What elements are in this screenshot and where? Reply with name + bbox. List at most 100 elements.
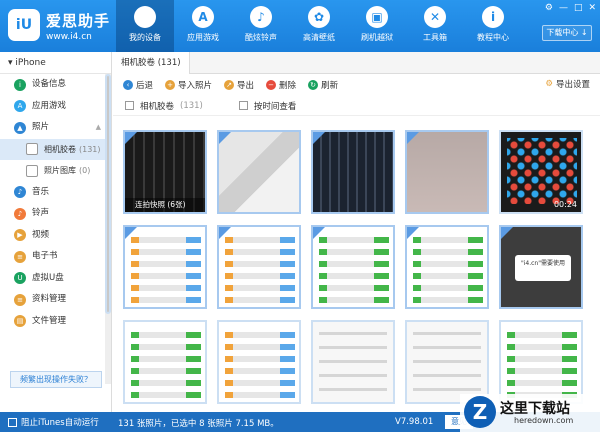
screenshot-row bbox=[131, 297, 201, 303]
nav-bell[interactable]: ♪ 酷炫铃声 bbox=[232, 0, 290, 52]
screenshot-row bbox=[413, 285, 483, 291]
minimize-icon[interactable]: — bbox=[559, 3, 568, 13]
nav-apple[interactable]: 我的设备 bbox=[116, 0, 174, 52]
refresh-button[interactable]: ↻ 刷新 bbox=[308, 79, 338, 91]
delete-button[interactable]: − 删除 bbox=[266, 79, 296, 91]
category-icon: ≡ bbox=[14, 293, 26, 306]
nav-info[interactable]: i 教程中心 bbox=[464, 0, 522, 52]
screenshot-row bbox=[131, 237, 201, 243]
sidebar-item[interactable]: ▤ 文件管理 bbox=[0, 311, 111, 333]
sidebar-item[interactable]: ▶ 视频 bbox=[0, 225, 111, 247]
import-button[interactable]: + 导入照片 bbox=[165, 79, 212, 91]
screenshot-row bbox=[319, 285, 389, 291]
screenshot-row bbox=[131, 285, 201, 291]
download-center-button[interactable]: 下载中心 ↓ bbox=[542, 25, 592, 41]
screenshot-row bbox=[225, 356, 295, 362]
sidebar-item[interactable]: 相机胶卷 (131) bbox=[0, 138, 111, 160]
window-controls: ⚙ — □ ✕ bbox=[545, 3, 596, 13]
photo-thumbnail[interactable] bbox=[311, 130, 395, 214]
screenshot-row bbox=[225, 332, 295, 338]
block-itunes-checkbox[interactable] bbox=[8, 417, 17, 427]
sidebar-scrollbar[interactable] bbox=[105, 74, 111, 384]
screenshot-row bbox=[319, 261, 389, 267]
by-time-checkbox[interactable] bbox=[238, 101, 248, 110]
photo-thumbnail[interactable]: "i4.cn"需要使用 bbox=[499, 225, 583, 309]
selected-check-icon bbox=[219, 132, 231, 144]
screenshot-row bbox=[225, 380, 295, 386]
screenshot-row bbox=[131, 344, 201, 350]
category-icon: A bbox=[14, 100, 26, 113]
screenshot-row bbox=[413, 273, 483, 279]
sidebar-item[interactable]: A 应用游戏 bbox=[0, 96, 111, 118]
photo-thumbnail[interactable] bbox=[405, 320, 489, 404]
sidebar-item-label: 资料管理 bbox=[32, 294, 67, 304]
export-settings-button[interactable]: ⚙ 导出设置 bbox=[545, 78, 590, 90]
block-itunes-label: 阻止iTunes自动运行 bbox=[21, 418, 99, 428]
photo-thumbnail[interactable] bbox=[217, 225, 301, 309]
sidebar-item[interactable]: ≡ 资料管理 bbox=[0, 289, 111, 311]
select-all-checkbox[interactable] bbox=[125, 101, 134, 110]
photo-thumbnail[interactable] bbox=[123, 225, 207, 309]
nav-flower[interactable]: ✿ 高清壁纸 bbox=[290, 0, 348, 52]
main-content: 相机胶卷 (131) ‹ 后退 + 导入照片 ↗ 导出 − 删除 ↻ 刷新 ⚙ 导出设置 相机胶卷… bbox=[113, 52, 600, 412]
screenshot-row bbox=[225, 237, 295, 243]
screenshot-row bbox=[225, 261, 295, 267]
photo-thumbnail[interactable] bbox=[123, 320, 207, 404]
toolbar-label: 刷新 bbox=[321, 81, 339, 91]
toolbar-label: 后退 bbox=[136, 81, 154, 91]
sidebar-item[interactable]: ▲ 照片 ▲ bbox=[0, 117, 111, 139]
nav-box[interactable]: ▣ 刷机越狱 bbox=[348, 0, 406, 52]
sidebar-item[interactable]: U 虚拟U盘 bbox=[0, 268, 111, 290]
selected-check-icon bbox=[313, 227, 325, 239]
import-icon: + bbox=[165, 80, 176, 90]
sidebar-item[interactable]: ≡ 电子书 bbox=[0, 246, 111, 268]
block-itunes-option[interactable]: 阻止iTunes自动运行 bbox=[8, 416, 99, 428]
sidebar-item[interactable]: ♪ 音乐 bbox=[0, 182, 111, 204]
tab-camera-roll[interactable]: 相机胶卷 (131) bbox=[113, 52, 190, 74]
export-icon: ↗ bbox=[224, 80, 235, 90]
nav-label: 应用游戏 bbox=[187, 33, 219, 42]
photo-thumbnail[interactable] bbox=[405, 130, 489, 214]
bell-icon: ♪ bbox=[250, 6, 272, 28]
selection-info: 131 张照片，已选中 8 张照片 7.15 MB。 bbox=[118, 419, 279, 429]
export-settings-label: 导出设置 bbox=[555, 80, 590, 90]
sidebar-item[interactable]: i 设备信息 bbox=[0, 74, 111, 96]
photo-thumbnail[interactable] bbox=[311, 225, 395, 309]
sidebar-item[interactable]: ♪ 铃声 bbox=[0, 203, 111, 225]
sidebar-item-label: 虚拟U盘 bbox=[32, 272, 64, 283]
collapse-caret-icon[interactable]: ▲ bbox=[96, 117, 101, 139]
help-button[interactable]: 频繁出现操作失败？ bbox=[10, 371, 102, 388]
screenshot-row bbox=[225, 273, 295, 279]
photo-thumbnail[interactable]: 连拍快照 (6张) bbox=[123, 130, 207, 214]
toolbar: ‹ 后退 + 导入照片 ↗ 导出 − 删除 ↻ 刷新 bbox=[113, 74, 600, 96]
device-name[interactable]: ▾ iPhone bbox=[0, 52, 111, 74]
screenshot-row bbox=[319, 237, 389, 243]
nav-app-store[interactable]: A 应用游戏 bbox=[174, 0, 232, 52]
device-label: iPhone bbox=[15, 58, 46, 68]
toolbar-label: 删除 bbox=[279, 81, 297, 91]
gear-icon: ⚙ bbox=[545, 79, 553, 89]
photo-thumbnail[interactable] bbox=[311, 320, 395, 404]
nav-label: 酷炫铃声 bbox=[245, 33, 277, 42]
export-button[interactable]: ↗ 导出 bbox=[224, 79, 254, 91]
selected-check-icon bbox=[125, 132, 137, 144]
brand: 爱思助手 www.i4.cn bbox=[46, 10, 110, 42]
sidebar-scroll-thumb[interactable] bbox=[105, 74, 111, 314]
close-icon[interactable]: ✕ bbox=[588, 3, 596, 13]
photo-thumbnail[interactable] bbox=[405, 225, 489, 309]
photo-thumbnail[interactable] bbox=[499, 320, 583, 404]
screenshot-row bbox=[319, 332, 387, 335]
maximize-icon[interactable]: □ bbox=[574, 3, 583, 13]
screenshot-row bbox=[319, 346, 387, 349]
photo-thumbnail[interactable] bbox=[217, 130, 301, 214]
back-button[interactable]: ‹ 后退 bbox=[123, 79, 153, 91]
screenshot-row bbox=[413, 249, 483, 255]
sidebar-item[interactable]: 照片图库 (0) bbox=[0, 160, 111, 182]
nav-tools[interactable]: ✕ 工具箱 bbox=[406, 0, 464, 52]
photo-thumbnail[interactable] bbox=[217, 320, 301, 404]
category-icon: U bbox=[14, 272, 26, 285]
screenshot-row bbox=[413, 346, 481, 349]
photo-thumbnail[interactable]: 00:24 bbox=[499, 130, 583, 214]
info-icon: i bbox=[482, 6, 504, 28]
settings-icon[interactable]: ⚙ bbox=[545, 3, 553, 13]
